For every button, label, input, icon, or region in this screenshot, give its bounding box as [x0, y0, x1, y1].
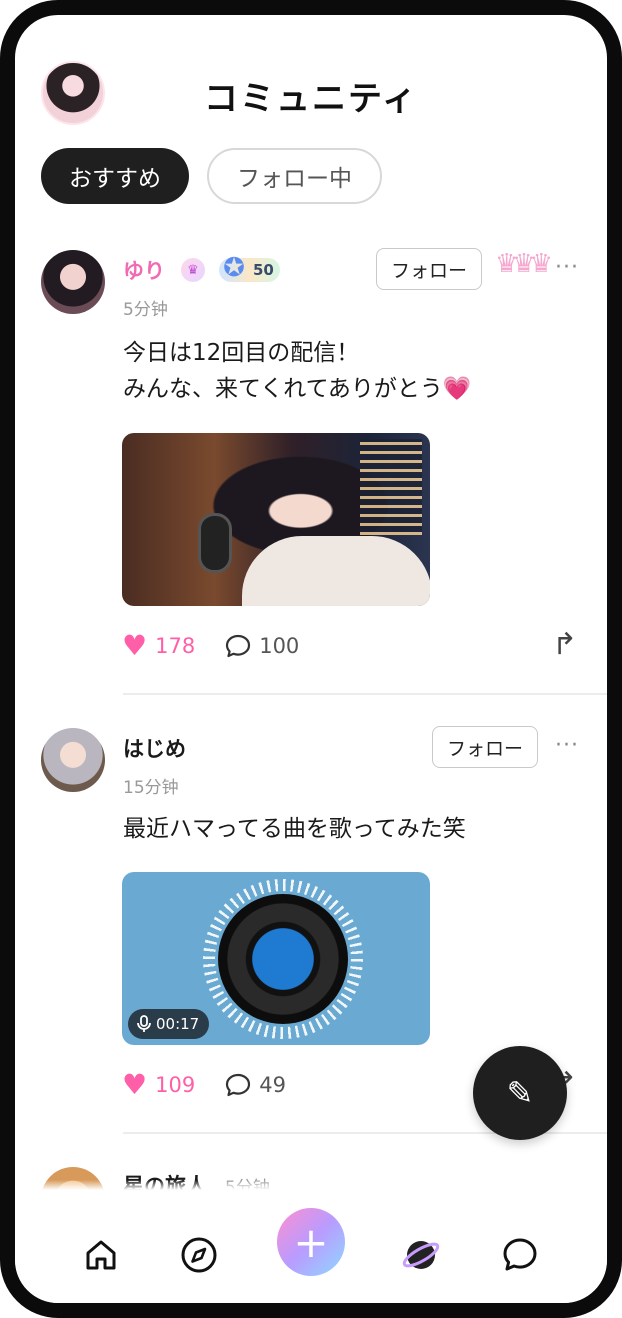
tab-recommended[interactable]: おすすめ	[41, 148, 189, 204]
like-count: 178	[155, 634, 196, 658]
comment-count: 49	[259, 1073, 286, 1097]
duration-badge: 00:17	[128, 1009, 210, 1039]
star-icon: ✪	[223, 253, 245, 283]
vip-badge-icon: ♛	[181, 258, 205, 282]
follow-button[interactable]: フォロー	[376, 248, 483, 290]
level-value: 50	[253, 261, 274, 279]
user-avatar[interactable]	[41, 728, 105, 792]
share-icon[interactable]: ↱	[552, 627, 577, 662]
nav-home-icon[interactable]	[81, 1235, 121, 1275]
post-image[interactable]	[122, 433, 430, 606]
more-icon[interactable]: ···	[555, 733, 579, 758]
bottom-fade	[15, 1180, 607, 1190]
post-text-line: 最近ハマってる曲を歌ってみた笑	[123, 816, 466, 842]
post-actions: ♥ 109 49	[122, 1071, 286, 1099]
post-actions: ♥ 178 100	[122, 632, 299, 660]
level-badge: ✪ 50	[219, 253, 280, 283]
audio-duration: 00:17	[156, 1015, 200, 1033]
phone-frame: コミュニティ おすすめ フォロー中 ゆり ♛ ✪ 50 5分钟 フォロー ♛♛♛…	[0, 0, 622, 1318]
user-avatar[interactable]	[41, 250, 105, 314]
like-icon[interactable]: ♥	[122, 632, 147, 660]
post-text-line: みんな、来てくれてありがとう💗	[123, 376, 472, 402]
username[interactable]: ゆり	[123, 255, 165, 285]
divider	[123, 693, 607, 695]
like-icon[interactable]: ♥	[122, 1071, 147, 1099]
plus-icon: +	[293, 1217, 329, 1267]
feed-tabs: おすすめ フォロー中	[41, 148, 382, 204]
post-time: 5分钟	[123, 300, 168, 320]
post-text: 最近ハマってる曲を歌ってみた笑	[123, 811, 466, 847]
screen: コミュニティ おすすめ フォロー中 ゆり ♛ ✪ 50 5分钟 フォロー ♛♛♛…	[15, 15, 607, 1303]
follow-button[interactable]: フォロー	[432, 726, 539, 768]
compose-button[interactable]: ✎	[473, 1046, 567, 1140]
nav-messages-icon[interactable]	[500, 1235, 540, 1275]
crown-decoration-icon: ♛♛♛	[495, 249, 553, 279]
nav-planet-icon[interactable]	[401, 1235, 441, 1275]
like-count: 109	[155, 1073, 196, 1097]
post-text: 今日は12回目の配信！ みんな、来てくれてありがとう💗	[123, 335, 472, 407]
microphone-icon	[137, 1015, 151, 1032]
more-icon[interactable]: ···	[555, 255, 579, 280]
microphone-graphic	[198, 513, 232, 573]
pencil-icon: ✎	[506, 1074, 534, 1112]
comment-count: 100	[259, 634, 300, 658]
comment-icon[interactable]	[225, 1073, 251, 1097]
audio-player[interactable]: 00:17	[122, 872, 430, 1045]
page-title: コミュニティ	[204, 79, 418, 119]
bottom-nav: +	[15, 1190, 607, 1303]
window-graphic	[360, 439, 422, 535]
comment-icon[interactable]	[225, 634, 251, 658]
post-time: 15分钟	[123, 778, 179, 798]
username[interactable]: はじめ	[123, 733, 186, 763]
nav-add-button[interactable]: +	[277, 1208, 345, 1276]
album-disc	[218, 894, 348, 1024]
tab-following[interactable]: フォロー中	[207, 148, 382, 204]
post-text-line: 今日は12回目の配信！	[123, 340, 360, 366]
figure-graphic	[242, 536, 430, 606]
nav-explore-icon[interactable]	[179, 1235, 219, 1275]
